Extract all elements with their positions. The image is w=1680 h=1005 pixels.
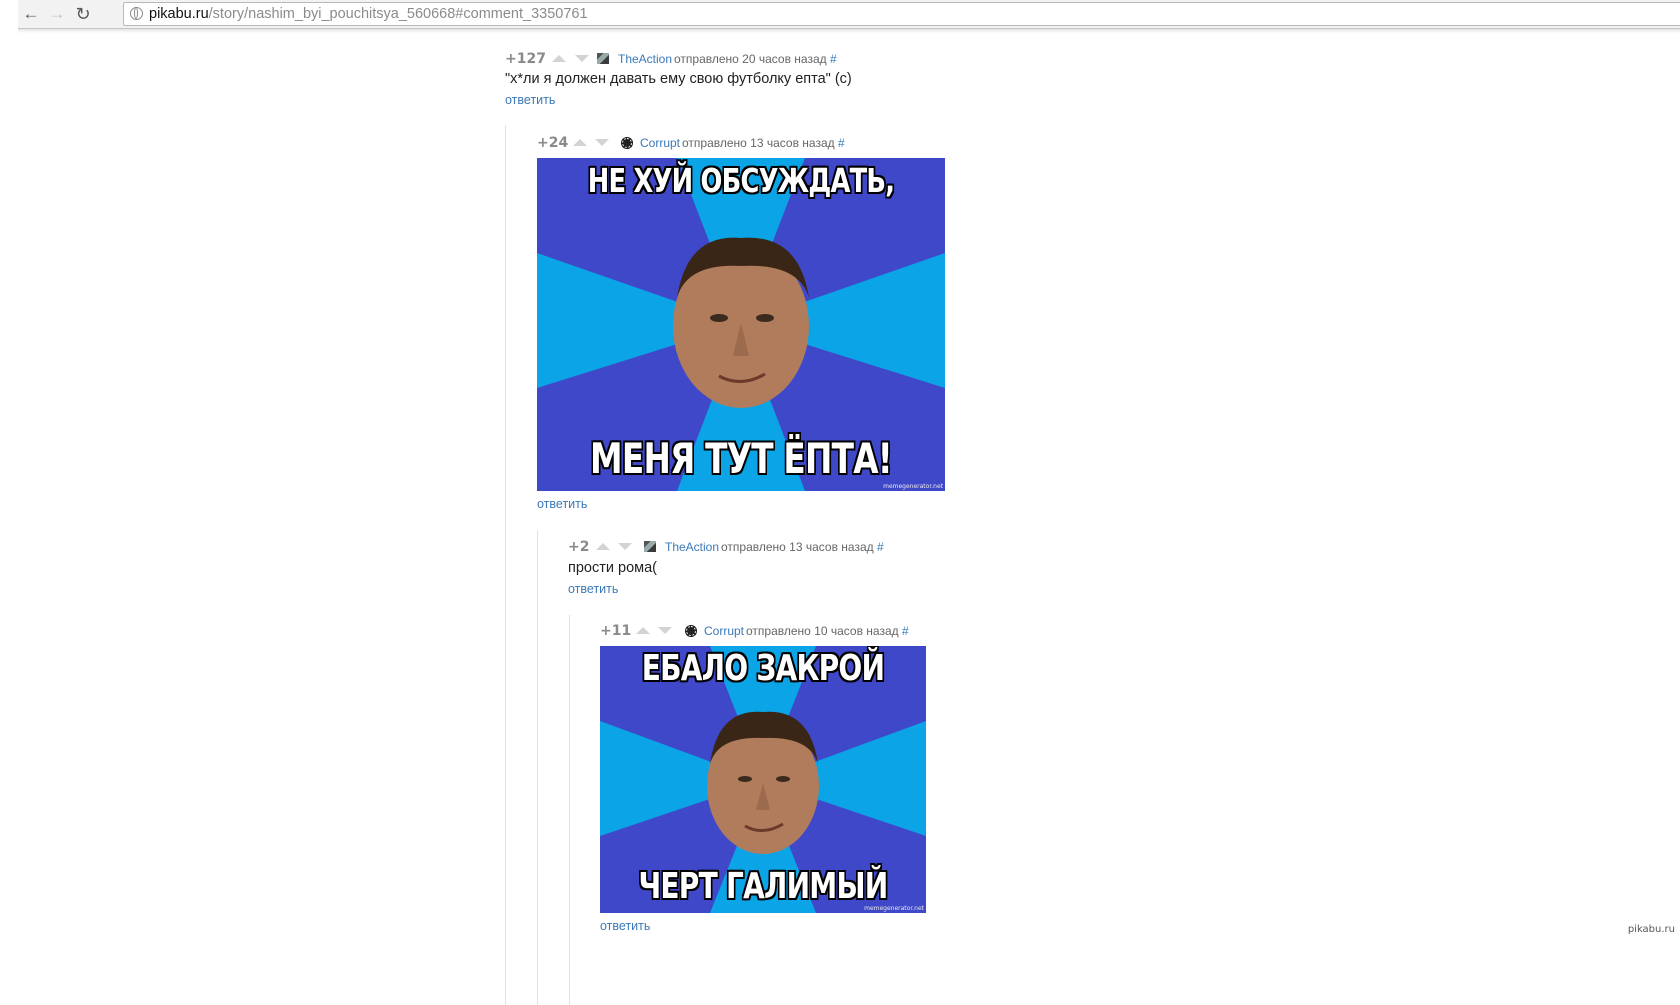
reply-link[interactable]: ответить bbox=[505, 93, 555, 107]
address-bar[interactable]: pikabu.ru/story/nashim_byi_pouchitsya_56… bbox=[123, 2, 1680, 26]
url-text[interactable]: pikabu.ru/story/nashim_byi_pouchitsya_56… bbox=[149, 5, 588, 23]
reply-link[interactable]: ответить bbox=[568, 582, 618, 596]
comment-time: отправлено 10 часов назад bbox=[746, 624, 899, 638]
avatar[interactable] bbox=[685, 625, 697, 637]
avatar[interactable] bbox=[644, 541, 656, 552]
comment-author[interactable]: TheAction bbox=[618, 50, 672, 68]
comment-rating: +11 bbox=[600, 623, 632, 639]
face-photo bbox=[707, 711, 819, 854]
comment-permalink[interactable]: # bbox=[902, 622, 909, 640]
comment-time: отправлено 20 часов назад bbox=[674, 52, 827, 66]
downvote-icon[interactable] bbox=[618, 543, 632, 550]
meme-image[interactable]: НЕ ХУЙ ОБСУЖДАТЬ, МЕНЯ ТУТ ЁПТА! memegen… bbox=[537, 158, 945, 491]
comment-rating: +2 bbox=[568, 539, 590, 555]
upvote-icon[interactable] bbox=[573, 139, 587, 146]
meme-top-text: НЕ ХУЙ ОБСУЖДАТЬ, bbox=[587, 161, 895, 200]
face-photo bbox=[673, 237, 809, 408]
comment-permalink[interactable]: # bbox=[830, 50, 837, 68]
meme-bottom-text: ЧЕРТ ГАЛИМЫЙ bbox=[638, 866, 888, 907]
toolbar-shadow bbox=[18, 29, 1680, 33]
arrow-left-icon[interactable]: ← bbox=[20, 3, 42, 25]
avatar[interactable] bbox=[597, 53, 609, 64]
comment-time: отправлено 13 часов назад bbox=[682, 136, 835, 150]
url-path: /story/nashim_byi_pouchitsya_560668#comm… bbox=[208, 6, 588, 22]
comment-rating: +24 bbox=[537, 135, 569, 151]
comment-permalink[interactable]: # bbox=[838, 134, 845, 152]
reload-icon[interactable]: ↻ bbox=[72, 3, 94, 25]
comment-meta: +11 Corrupt отправлено 10 часов назад # bbox=[600, 622, 1000, 640]
arrow-right-icon[interactable]: → bbox=[46, 3, 68, 25]
downvote-icon[interactable] bbox=[575, 55, 589, 62]
comment-author[interactable]: TheAction bbox=[665, 538, 719, 556]
reply-link[interactable]: ответить bbox=[600, 919, 650, 933]
url-host: pikabu.ru bbox=[149, 6, 209, 22]
meme-watermark: memegenerator.net bbox=[864, 905, 924, 912]
comment-meta: +127 TheAction отправлено 20 часов назад… bbox=[505, 50, 905, 68]
meme-watermark: memegenerator.net bbox=[883, 483, 943, 490]
comment-rating: +127 bbox=[505, 51, 546, 67]
comment-permalink[interactable]: # bbox=[877, 538, 884, 556]
upvote-icon[interactable] bbox=[636, 627, 650, 634]
reply-link[interactable]: ответить bbox=[537, 497, 587, 511]
comment-meta: +24 Corrupt отправлено 13 часов назад # bbox=[537, 134, 937, 152]
site-watermark: pikabu.ru bbox=[1627, 924, 1675, 935]
comment-text: "х*ли я должен давать ему свою футболку … bbox=[505, 71, 852, 87]
comment-text: прости рома( bbox=[568, 560, 657, 576]
thread-line bbox=[505, 125, 506, 1005]
comment-author[interactable]: Corrupt bbox=[704, 622, 744, 640]
browser-toolbar: ← → ↻ pikabu.ru/story/nashim_byi_pouchit… bbox=[18, 0, 1680, 29]
meme-top-text: ЕБАЛО ЗАКРОЙ bbox=[641, 648, 885, 689]
thread-line bbox=[569, 615, 570, 1005]
downvote-icon[interactable] bbox=[595, 139, 609, 146]
meme-bottom-text: МЕНЯ ТУТ ЁПТА! bbox=[590, 434, 893, 483]
upvote-icon[interactable] bbox=[596, 543, 610, 550]
comment-meta: +2 TheAction отправлено 13 часов назад # bbox=[568, 538, 968, 556]
downvote-icon[interactable] bbox=[658, 627, 672, 634]
avatar[interactable] bbox=[621, 137, 633, 149]
comment-author[interactable]: Corrupt bbox=[640, 134, 680, 152]
globe-icon bbox=[130, 7, 143, 20]
upvote-icon[interactable] bbox=[552, 55, 566, 62]
meme-image[interactable]: ЕБАЛО ЗАКРОЙ ЧЕРТ ГАЛИМЫЙ memegenerator.… bbox=[600, 646, 926, 913]
thread-line bbox=[537, 530, 538, 1005]
comment-time: отправлено 13 часов назад bbox=[721, 540, 874, 554]
